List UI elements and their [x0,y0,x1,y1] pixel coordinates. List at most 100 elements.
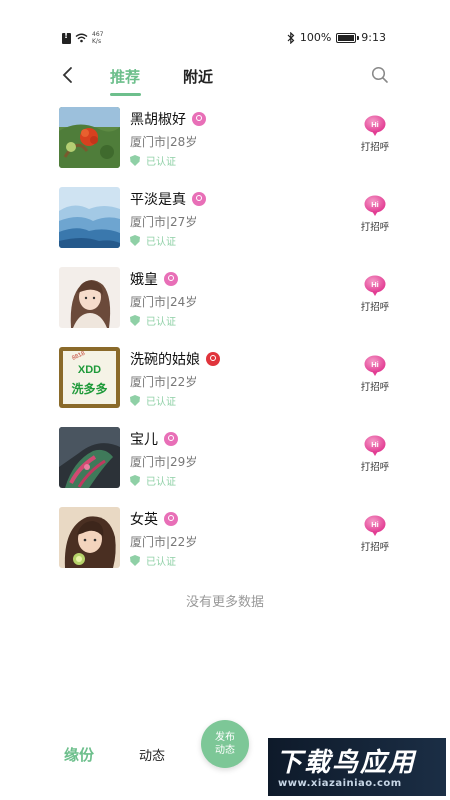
female-icon [164,432,178,446]
greet-button[interactable]: Hi 打招呼 [354,115,396,153]
avatar[interactable]: XDD 洗多多 8818 [59,347,120,408]
hi-bubble-icon: Hi [364,115,386,136]
verified-label: 已认证 [146,317,176,328]
female-icon [164,512,178,526]
logo-bottom-text: 洗多多 [71,381,107,396]
nav-tab-fate[interactable]: 缘份 [64,744,94,765]
city-age: 厦门市|24岁 [130,295,198,309]
list-item[interactable]: 女英 厦门市|22岁 已认证 Hi 打招呼 [0,505,450,569]
greet-label: 打招呼 [360,462,390,473]
user-name: 娥皇 [130,272,158,288]
status-left: 467 K/s [62,31,103,45]
avatar[interactable] [59,507,120,568]
greet-label: 打招呼 [360,222,390,233]
avatar-girl-image [59,507,120,568]
city-age: 厦门市|29岁 [130,455,198,469]
list-item[interactable]: XDD 洗多多 8818 洗碗的姑娘 厦门市|22岁 已认证 Hi 打招呼 [0,345,450,409]
hi-bubble-icon: Hi [364,195,386,216]
hi-text: Hi [371,520,379,529]
city-age: 厦门市|22岁 [130,375,198,389]
avatar-girl-image [59,267,120,328]
hi-bubble-icon: Hi [364,355,386,376]
female-icon [206,352,220,366]
verified-shield-icon [130,555,140,566]
battery-percent: 100% [299,31,332,44]
list-item[interactable]: 黑胡椒好 厦门市|28岁 已认证 Hi 打招呼 [0,105,450,169]
hi-text: Hi [371,360,379,369]
publish-label-line1: 发布 [215,732,235,743]
user-name-row: 黑胡椒好 [130,109,206,129]
greet-label: 打招呼 [360,142,390,153]
avatar[interactable] [59,107,120,168]
female-icon [192,192,206,206]
sim-alert-icon [62,31,71,44]
tab-recommend[interactable]: 推荐 [110,66,140,87]
search-icon[interactable] [371,66,389,84]
hi-text: Hi [371,280,379,289]
greet-button[interactable]: Hi 打招呼 [354,275,396,313]
verified-badge: 已认证 [130,553,176,568]
user-name: 女英 [130,512,158,528]
user-name: 黑胡椒好 [130,112,186,128]
greet-label: 打招呼 [360,382,390,393]
user-name: 宝儿 [130,432,158,448]
bluetooth-icon [287,31,295,44]
watermark-logo: 下载鸟应用 www.xiazainiao.com [268,738,446,796]
watermark-url: www.xiazainiao.com [278,778,402,789]
nav-tab-dynamic[interactable]: 动态 [139,745,165,764]
avatar-flower-image [59,107,120,168]
user-name-row: 娥皇 [130,269,178,289]
verified-shield-icon [130,235,140,246]
wifi-icon [75,33,88,43]
avatar[interactable] [59,187,120,248]
avatar-logo-image: XDD 洗多多 8818 [59,347,120,408]
verified-shield-icon [130,395,140,406]
publish-button[interactable]: 发布 动态 [201,720,249,768]
active-tab-indicator [110,93,141,96]
verified-label: 已认证 [146,557,176,568]
back-arrow-icon[interactable] [60,66,76,84]
female-icon [164,272,178,286]
avatar-legs-image [59,427,120,488]
user-name-row: 平淡是真 [130,189,206,209]
list-item[interactable]: 宝儿 厦门市|29岁 已认证 Hi 打招呼 [0,425,450,489]
verified-label: 已认证 [146,477,176,488]
tab-nearby[interactable]: 附近 [183,66,213,87]
hi-bubble-icon: Hi [364,435,386,456]
user-name: 洗碗的姑娘 [130,352,200,368]
no-more-data-text: 没有更多数据 [185,595,264,610]
greet-button[interactable]: Hi 打招呼 [354,355,396,393]
greet-button[interactable]: Hi 打招呼 [354,195,396,233]
verified-label: 已认证 [146,237,176,248]
net-speed: 467 K/s [92,31,103,45]
verified-badge: 已认证 [130,473,176,488]
user-name-row: 女英 [130,509,178,529]
verified-badge: 已认证 [130,153,176,168]
city-age: 厦门市|28岁 [130,135,198,149]
avatar[interactable] [59,267,120,328]
hi-bubble-icon: Hi [364,275,386,296]
greet-button[interactable]: Hi 打招呼 [354,515,396,553]
net-speed-unit: K/s [92,38,102,45]
city-age: 厦门市|22岁 [130,535,198,549]
user-name-row: 宝儿 [130,429,178,449]
hi-bubble-icon: Hi [364,515,386,536]
verified-badge: 已认证 [130,233,176,248]
avatar[interactable] [59,427,120,488]
verified-label: 已认证 [146,157,176,168]
city-age: 厦门市|27岁 [130,215,198,229]
verified-shield-icon [130,155,140,166]
greet-label: 打招呼 [360,302,390,313]
avatar-mountain-image [59,187,120,248]
hi-text: Hi [371,200,379,209]
greet-button[interactable]: Hi 打招呼 [354,435,396,473]
verified-label: 已认证 [146,397,176,408]
net-speed-value: 467 [92,31,104,38]
publish-label-line2: 动态 [215,745,235,756]
verified-shield-icon [130,315,140,326]
header: 推荐 附近 [0,52,450,98]
list-item[interactable]: 娥皇 厦门市|24岁 已认证 Hi 打招呼 [0,265,450,329]
list-item[interactable]: 平淡是真 厦门市|27岁 已认证 Hi 打招呼 [0,185,450,249]
hi-text: Hi [371,440,379,449]
hi-text: Hi [371,120,379,129]
